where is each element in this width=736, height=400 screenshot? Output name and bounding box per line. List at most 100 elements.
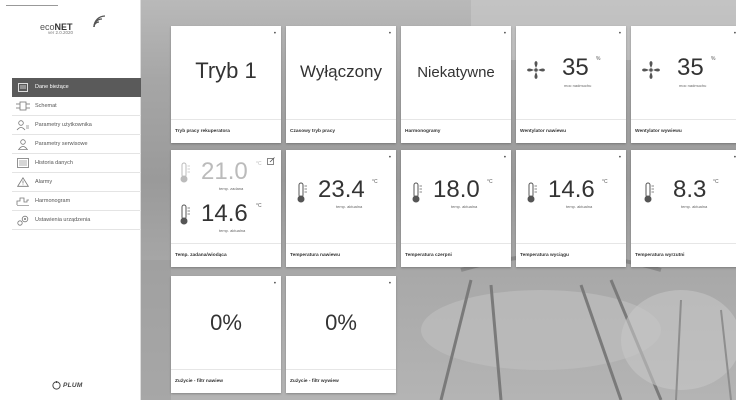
- thermometer-icon: [412, 182, 422, 203]
- econet-logo: ecoNET: [40, 14, 120, 40]
- set-temp-unit: °C: [256, 161, 262, 167]
- tile-menu-icon[interactable]: •: [504, 155, 506, 161]
- fan-value: 35: [677, 54, 704, 81]
- tile-temp-supply[interactable]: • 23.4 °C temp. aktualna Temperatura naw…: [286, 150, 396, 267]
- thermometer-icon: [527, 182, 537, 203]
- set-temp-value: 21.0: [201, 158, 248, 185]
- thermometer-icon: [644, 182, 654, 203]
- sidebar-item-parametry-uzytkownika[interactable]: Parametry użytkownika: [12, 116, 141, 135]
- tile-menu-icon[interactable]: •: [274, 281, 276, 287]
- temp-unit: °C: [713, 179, 719, 185]
- temp-value: 14.6: [548, 176, 595, 203]
- tile-fan-supply[interactable]: • 35 % moc nadmuchu Wentylator nawiewu: [516, 26, 626, 143]
- plum-icon: [52, 380, 61, 390]
- fan-unit: %: [711, 56, 716, 62]
- fan-sub: moc nadmuchu: [679, 83, 707, 88]
- lead-temp-unit: °C: [256, 203, 262, 209]
- sidebar-item-historia-danych[interactable]: Historia danych: [12, 154, 141, 173]
- history-icon: [14, 156, 32, 170]
- alarm-icon: [14, 175, 32, 189]
- tile-temp-set-lead[interactable]: 21.0 °C temp. zadana 14.6 °C temp. aktua…: [171, 150, 281, 267]
- version-text: ver 2.0.2020: [48, 30, 74, 35]
- tile-menu-icon[interactable]: •: [389, 281, 391, 287]
- fan-sub: moc nadmuchu: [564, 83, 592, 88]
- tile-menu-icon[interactable]: •: [619, 31, 621, 37]
- tile-label: Temperatura czerpni: [401, 243, 511, 267]
- tile-value: Tryb 1: [195, 58, 257, 83]
- lead-temp-sub: temp. aktualna: [219, 228, 246, 233]
- sidebar-item-parametry-serwisowe[interactable]: Parametry serwisowe: [12, 135, 141, 154]
- set-temp-sub: temp. zadana: [219, 186, 244, 191]
- tile-operating-mode[interactable]: • Tryb 1 Tryb pracy rekuperatora: [171, 26, 281, 143]
- sidebar-item-dane-biezace[interactable]: Dane bieżące: [12, 78, 141, 97]
- tile-label: Wentylator wywiewu: [631, 119, 736, 143]
- temp-sub: temp. aktualna: [681, 204, 708, 209]
- tile-fan-exhaust[interactable]: • 35 % moc nadmuchu Wentylator wywiewu: [631, 26, 736, 143]
- lead-temp-value: 14.6: [201, 200, 248, 227]
- tile-schedules[interactable]: • Niekatywne Harmonogramy: [401, 26, 511, 143]
- sidebar-item-label: Alarmy: [35, 179, 53, 185]
- thermometer-icon: [297, 182, 307, 203]
- tile-label: Temperatura wyciągu: [516, 243, 626, 267]
- filter-value: 0%: [210, 310, 242, 335]
- tile-label: Tryb pracy rekuperatora: [171, 119, 281, 143]
- sidebar-item-label: Schemat: [35, 103, 57, 109]
- temp-unit: °C: [602, 179, 608, 185]
- divider: [6, 5, 58, 6]
- sidebar-item-schemat[interactable]: Schemat: [12, 97, 141, 116]
- sidebar-item-label: Parametry użytkownika: [35, 122, 92, 128]
- fan-icon: [527, 61, 545, 79]
- tile-label: Czasowy tryb pracy: [286, 119, 396, 143]
- sidebar-item-label: Dane bieżące: [35, 84, 69, 90]
- temp-sub: temp. aktualna: [336, 204, 363, 209]
- tile-menu-icon[interactable]: •: [274, 31, 276, 37]
- schema-icon: [14, 99, 32, 113]
- fan-value: 35: [562, 54, 589, 81]
- tile-temp-exhaust[interactable]: • 8.3 °C temp. aktualna Temperatura wyrz…: [631, 150, 736, 267]
- tile-label: Temperatura nawiewu: [286, 243, 396, 267]
- temp-value: 23.4: [318, 176, 365, 203]
- wifi-waves-icon: [93, 15, 106, 28]
- sidebar-item-harmonogram[interactable]: Harmonogram: [12, 192, 141, 211]
- home-icon: [14, 80, 32, 94]
- sidebar-item-label: Harmonogram: [35, 198, 71, 204]
- schedule-icon: [14, 194, 32, 208]
- tile-menu-icon[interactable]: •: [504, 31, 506, 37]
- tile-label: Zużycie - filtr nawiew: [171, 369, 281, 393]
- plum-logo: PLUM: [52, 379, 102, 391]
- temp-unit: °C: [372, 179, 378, 185]
- tile-timed-mode[interactable]: • Wyłączony Czasowy tryb pracy: [286, 26, 396, 143]
- temp-sub: temp. aktualna: [451, 204, 478, 209]
- temp-value: 8.3: [673, 176, 707, 203]
- tile-label: Harmonogramy: [401, 119, 511, 143]
- tile-temp-intake[interactable]: • 18.0 °C temp. aktualna Temperatura cze…: [401, 150, 511, 267]
- sidebar-item-ustawienia-urzadzenia[interactable]: Ustawienia urządzenia: [12, 211, 141, 230]
- user-params-icon: [14, 118, 32, 132]
- tile-filter-supply[interactable]: • 0% Zużycie - filtr nawiew: [171, 276, 281, 393]
- tile-value: Wyłączony: [299, 62, 383, 81]
- thermometer-icon: [180, 162, 190, 183]
- sidebar: ecoNET ver 2.0.2020 Dane bieżące Schemat…: [0, 0, 141, 400]
- temp-unit: °C: [487, 179, 493, 185]
- sidebar-item-alarmy[interactable]: Alarmy: [12, 173, 141, 192]
- tile-menu-icon[interactable]: •: [389, 155, 391, 161]
- filter-value: 0%: [325, 310, 357, 335]
- main-area: • Tryb 1 Tryb pracy rekuperatora • Wyłąc…: [141, 0, 736, 400]
- tile-filter-exhaust[interactable]: • 0% Zużycie - filtr wywiew: [286, 276, 396, 393]
- tile-value: Niekatywne: [417, 64, 495, 81]
- tile-label: Temp. zadana/wiodąca: [171, 243, 281, 267]
- sidebar-item-label: Historia danych: [35, 160, 73, 166]
- brand-text: PLUM: [63, 381, 83, 389]
- temp-value: 18.0: [433, 176, 480, 203]
- tile-temp-extract[interactable]: • 14.6 °C temp. aktualna Temperatura wyc…: [516, 150, 626, 267]
- fan-unit: %: [596, 56, 601, 62]
- tile-menu-icon[interactable]: •: [619, 155, 621, 161]
- sidebar-item-label: Parametry serwisowe: [35, 141, 88, 147]
- tile-label: Zużycie - filtr wywiew: [286, 369, 396, 393]
- tile-label: Wentylator nawiewu: [516, 119, 626, 143]
- tile-menu-icon[interactable]: •: [389, 31, 391, 37]
- temp-sub: temp. aktualna: [566, 204, 593, 209]
- thermometer-icon: [180, 204, 190, 225]
- sidebar-menu: Dane bieżące Schemat Parametry użytkowni…: [12, 78, 141, 230]
- sidebar-item-label: Ustawienia urządzenia: [35, 217, 91, 223]
